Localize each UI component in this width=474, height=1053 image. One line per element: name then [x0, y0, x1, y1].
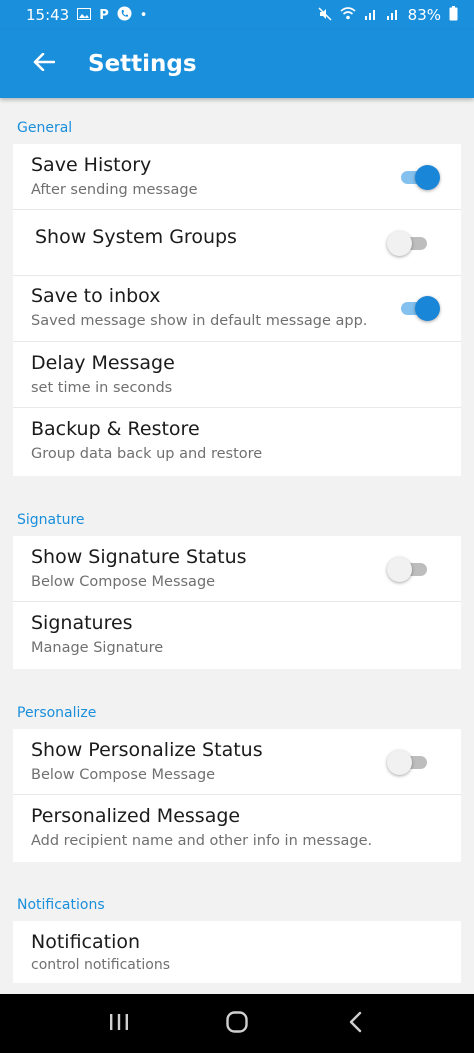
setting-title: Show Signature Status — [31, 546, 247, 568]
status-time: 15:43 — [26, 6, 70, 24]
system-nav-bar — [0, 994, 474, 1053]
card-signature: Show Signature Status Below Compose Mess… — [13, 536, 461, 669]
back-icon — [348, 1011, 362, 1037]
setting-title: Notification — [31, 931, 141, 953]
setting-title: Show Personalize Status — [31, 739, 263, 761]
status-bar-right: 83% — [318, 6, 458, 24]
setting-subtitle: control notifications — [31, 957, 171, 973]
image-icon — [77, 7, 92, 23]
p-icon: P — [99, 7, 109, 23]
home-button[interactable] — [215, 1002, 259, 1046]
status-bar-left: 15:43 P • — [26, 6, 147, 24]
battery-percent: 83% — [407, 6, 441, 24]
setting-subtitle: Saved message show in default message ap… — [31, 313, 368, 329]
recents-button[interactable] — [97, 1002, 141, 1046]
section-label-signature: Signature — [17, 512, 85, 528]
setting-title: Signatures — [31, 612, 133, 634]
signal-icon — [386, 7, 400, 23]
setting-subtitle: Manage Signature — [31, 640, 164, 656]
mute-icon — [318, 6, 332, 24]
arrow-left-icon — [33, 52, 56, 75]
setting-title: Delay Message — [31, 352, 175, 374]
wifi-icon — [340, 7, 356, 23]
setting-show-signature-status[interactable]: Show Signature Status Below Compose Mess… — [13, 536, 461, 602]
show-system-groups-toggle[interactable] — [387, 231, 431, 256]
setting-signatures[interactable]: Signatures Manage Signature — [13, 602, 461, 669]
setting-title: Backup & Restore — [31, 418, 200, 440]
signal-icon — [364, 7, 378, 23]
setting-subtitle: Add recipient name and other info in mes… — [31, 833, 373, 849]
setting-save-to-inbox[interactable]: Save to inbox Saved message show in defa… — [13, 276, 461, 342]
setting-subtitle: After sending message — [31, 182, 198, 198]
setting-subtitle: Group data back up and restore — [31, 446, 263, 462]
card-general: Save History After sending message Show … — [13, 144, 461, 476]
setting-show-personalize-status[interactable]: Show Personalize Status Below Compose Me… — [13, 729, 461, 795]
setting-title: Save to inbox — [31, 285, 161, 307]
setting-delay-message[interactable]: Delay Message set time in seconds — [13, 342, 461, 408]
app-bar: Settings — [0, 30, 474, 98]
card-notifications: Notification control notifications — [13, 921, 461, 983]
setting-save-history[interactable]: Save History After sending message — [13, 144, 461, 210]
setting-subtitle: Below Compose Message — [31, 574, 216, 590]
setting-show-system-groups[interactable]: Show System Groups — [13, 210, 461, 276]
recents-icon — [108, 1012, 130, 1036]
setting-subtitle: set time in seconds — [31, 380, 173, 396]
save-history-toggle[interactable] — [399, 165, 440, 190]
setting-title: Save History — [31, 154, 152, 176]
setting-notification[interactable]: Notification control notifications — [13, 921, 461, 983]
setting-backup-restore[interactable]: Backup & Restore Group data back up and … — [13, 408, 461, 476]
section-label-general: General — [17, 120, 73, 136]
back-button[interactable] — [22, 42, 66, 86]
setting-subtitle: Below Compose Message — [31, 767, 216, 783]
section-label-personalize: Personalize — [17, 705, 97, 721]
home-icon — [225, 1010, 249, 1038]
status-bar: 15:43 P • 83% — [0, 0, 474, 30]
system-back-button[interactable] — [333, 1002, 377, 1046]
page-title: Settings — [88, 51, 197, 77]
setting-personalized-message[interactable]: Personalized Message Add recipient name … — [13, 795, 461, 862]
section-label-notifications: Notifications — [17, 897, 105, 913]
card-personalize: Show Personalize Status Below Compose Me… — [13, 729, 461, 862]
setting-title: Show System Groups — [35, 226, 237, 248]
save-to-inbox-toggle[interactable] — [399, 296, 440, 321]
phone-icon — [117, 6, 132, 24]
show-signature-status-toggle[interactable] — [387, 557, 431, 582]
show-personalize-status-toggle[interactable] — [387, 750, 431, 775]
setting-title: Personalized Message — [31, 805, 241, 827]
dot-icon: • — [139, 7, 148, 23]
battery-icon — [449, 6, 458, 24]
